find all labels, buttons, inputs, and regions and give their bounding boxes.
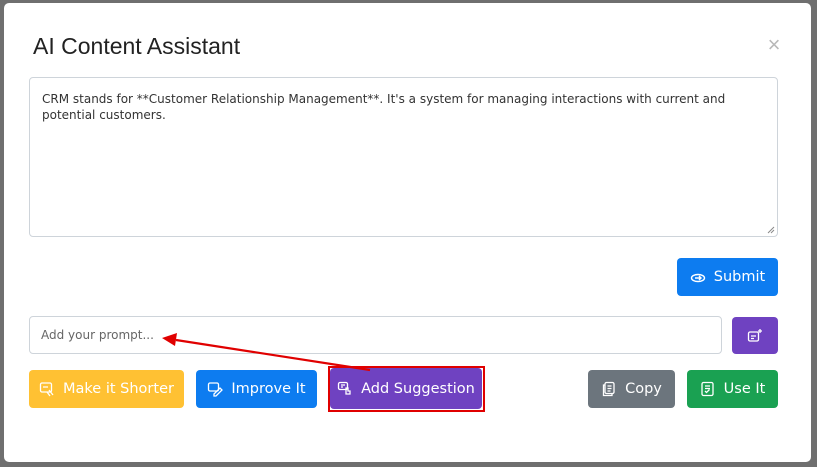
submit-button[interactable]: Submit xyxy=(677,258,778,296)
resize-grip-icon[interactable] xyxy=(767,226,775,234)
checklist-icon xyxy=(701,381,714,397)
make-shorter-button[interactable]: Make it Shorter xyxy=(29,370,184,408)
ai-send-icon xyxy=(690,273,705,283)
copy-button[interactable]: Copy xyxy=(588,370,675,408)
shorten-icon xyxy=(39,382,54,397)
use-it-button[interactable]: Use It xyxy=(687,370,778,408)
close-icon[interactable]: × xyxy=(765,34,783,56)
add-suggestion-button[interactable]: Add Suggestion xyxy=(330,368,482,409)
submit-label: Submit xyxy=(713,269,766,285)
copy-label: Copy xyxy=(625,381,662,397)
ai-content-text: CRM stands for **Customer Relationship M… xyxy=(42,92,726,122)
add-suggestion-label: Add Suggestion xyxy=(361,380,475,397)
prompt-placeholder: Add your prompt... xyxy=(41,328,154,342)
ai-generate-button[interactable] xyxy=(732,317,778,354)
improve-it-button[interactable]: Improve It xyxy=(196,370,317,408)
ai-content-textarea[interactable]: CRM stands for **Customer Relationship M… xyxy=(29,77,778,237)
modal-title: AI Content Assistant xyxy=(33,33,241,59)
make-shorter-label: Make it Shorter xyxy=(63,381,174,397)
prompt-input[interactable]: Add your prompt... xyxy=(29,316,722,354)
suggestion-icon xyxy=(337,381,351,395)
use-it-label: Use It xyxy=(723,381,766,397)
improve-it-label: Improve It xyxy=(231,381,306,397)
copy-icon xyxy=(602,381,615,397)
ai-sparkle-icon xyxy=(747,328,762,342)
edit-pen-icon xyxy=(208,382,224,397)
